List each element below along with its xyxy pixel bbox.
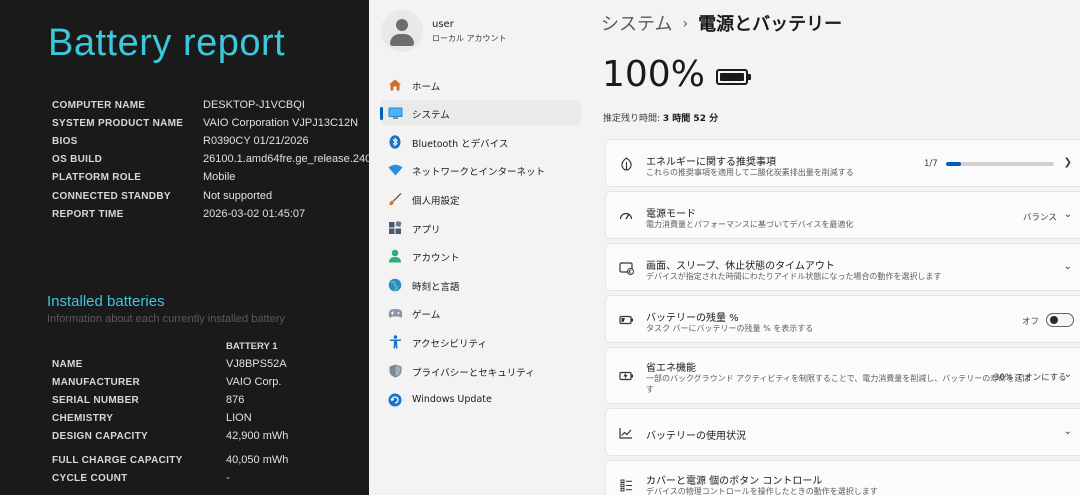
card-title: 画面、スリープ、休止状態のタイムアウト: [646, 261, 835, 272]
sidebar-item-network[interactable]: ネットワークとインターネット: [381, 157, 581, 183]
sidebar-item-time-language[interactable]: 時刻と言語: [381, 272, 581, 298]
account-icon: [387, 248, 403, 264]
battery-full-icon: [716, 69, 751, 85]
accessibility-icon: [387, 334, 403, 350]
toggle-state-label: オフ: [1022, 317, 1040, 327]
power-mode-value[interactable]: バランス: [1023, 211, 1057, 223]
card-description-continued: す: [646, 385, 654, 394]
card-title: エネルギーに関する推奨事項: [646, 157, 776, 168]
installed-batteries-heading: Installed batteries: [47, 293, 165, 310]
user-name: user: [432, 19, 454, 30]
energy-saver-threshold[interactable]: 30% でオンにする: [994, 371, 1067, 383]
sidebar-item-windows-update[interactable]: Windows Update: [381, 387, 581, 413]
sidebar-item-bluetooth[interactable]: Bluetooth とデバイス: [381, 129, 581, 155]
personalization-icon: [387, 191, 403, 207]
privacy-shield-icon: [387, 363, 403, 379]
settings-window: user ローカル アカウント ホーム システム Bluetooth とデバイス…: [369, 0, 1080, 495]
page-title: 電源とバッテリー: [698, 14, 843, 35]
user-profile[interactable]: user ローカル アカウント: [381, 10, 591, 52]
battery-report-pane: Battery report COMPUTER NAME DESKTOP-J1VC…: [0, 0, 369, 495]
energy-saver-icon: [618, 368, 634, 384]
estimated-time-remaining: 推定残り時間: 3 時間 52 分: [603, 114, 719, 124]
battery-percent-icon: [618, 312, 634, 328]
card-description: タスク バーにバッテリーの残量 % を表示する: [646, 324, 814, 333]
card-title: バッテリーの残量 %: [646, 313, 739, 324]
card-description: 電力消費量とパフォーマンスに基づいてデバイスを最適化: [646, 220, 854, 229]
chevron-down-icon: ⌄: [1063, 261, 1072, 272]
report-title: Battery report: [48, 22, 286, 64]
card-description: これらの推奨事項を適用して二酸化炭素排出量を削減する: [646, 168, 854, 177]
card-description: 一部のバックグラウンド アクティビティを制限することで、電力消費量を削減し、バッ…: [646, 374, 1031, 383]
sidebar-item-personalization[interactable]: 個人用設定: [381, 186, 581, 212]
leaf-icon: [618, 156, 634, 172]
lid-buttons-icon: [618, 477, 634, 493]
chevron-down-icon: ⌄: [1063, 209, 1072, 220]
usage-chart-icon: [618, 425, 634, 441]
card-title: 省エネ機能: [646, 363, 696, 374]
card-power-mode[interactable]: 電源モード 電力消費量とパフォーマンスに基づいてデバイスを最適化 バランス ⌄: [605, 191, 1080, 239]
windows-update-icon: [387, 392, 403, 408]
battery-percentage-toggle[interactable]: [1046, 313, 1074, 327]
card-energy-saver[interactable]: 省エネ機能 一部のバックグラウンド アクティビティを制限することで、電力消費量を…: [605, 347, 1080, 404]
user-account-type: ローカル アカウント: [432, 34, 507, 43]
selection-indicator: [380, 107, 383, 120]
chevron-right-icon: ❯: [1063, 157, 1072, 168]
bluetooth-icon: [387, 134, 403, 150]
card-battery-usage[interactable]: バッテリーの使用状況 ⌄: [605, 408, 1080, 456]
settings-sidebar: user ローカル アカウント ホーム システム Bluetooth とデバイス…: [369, 0, 594, 495]
breadcrumb-parent[interactable]: システム: [601, 14, 672, 35]
breadcrumb: システム › 電源とバッテリー: [601, 10, 842, 36]
card-title: 電源モード: [646, 209, 696, 220]
recommendations-count: 1/7: [924, 159, 938, 169]
chevron-down-icon: ⌄: [1063, 369, 1072, 380]
card-battery-percentage[interactable]: バッテリーの残量 % タスク バーにバッテリーの残量 % を表示する オフ: [605, 295, 1080, 343]
screen-sleep-icon: [618, 260, 634, 276]
sidebar-item-apps[interactable]: アプリ: [381, 215, 581, 241]
sidebar-item-system[interactable]: システム: [380, 100, 581, 126]
card-description: デバイスが指定された時間にわたりアイドル状態になった場合の動作を選択します: [646, 272, 942, 281]
breadcrumb-separator: ›: [682, 16, 689, 32]
power-mode-icon: [618, 208, 634, 224]
sidebar-item-accounts[interactable]: アカウント: [381, 243, 581, 269]
sidebar-item-accessibility[interactable]: アクセシビリティ: [381, 329, 581, 355]
card-lid-power-buttons[interactable]: カバーと電源 個のボタン コントロール デバイスの物理コントロールを操作したとき…: [605, 460, 1080, 495]
card-energy-recommendations[interactable]: エネルギーに関する推奨事項 これらの推奨事項を適用して二酸化炭素排出量を削減する…: [605, 139, 1080, 187]
card-screen-sleep-timeout[interactable]: 画面、スリープ、休止状態のタイムアウト デバイスが指定された時間にわたりアイドル…: [605, 243, 1080, 291]
sidebar-item-privacy[interactable]: プライバシーとセキュリティ: [381, 358, 581, 384]
recommendations-progress: [946, 162, 1054, 166]
system-icon: [387, 105, 403, 121]
battery-column-header: BATTERY 1: [226, 341, 278, 352]
sidebar-item-home[interactable]: ホーム: [381, 72, 581, 98]
time-language-icon: [387, 277, 403, 293]
card-title: バッテリーの使用状況: [646, 431, 746, 442]
gaming-icon: [387, 305, 403, 321]
avatar: [381, 10, 423, 52]
home-icon: [387, 77, 403, 93]
sidebar-item-gaming[interactable]: ゲーム: [381, 300, 581, 326]
chevron-down-icon: ⌄: [1063, 426, 1072, 437]
card-description: デバイスの物理コントロールを操作したときの動作を選択します: [646, 487, 878, 495]
card-title: カバーと電源 個のボタン コントロール: [646, 476, 823, 487]
battery-percentage: 100%: [602, 54, 705, 95]
network-icon: [387, 162, 403, 178]
installed-batteries-desc: Information about each currently install…: [47, 313, 285, 325]
apps-icon: [387, 220, 403, 236]
